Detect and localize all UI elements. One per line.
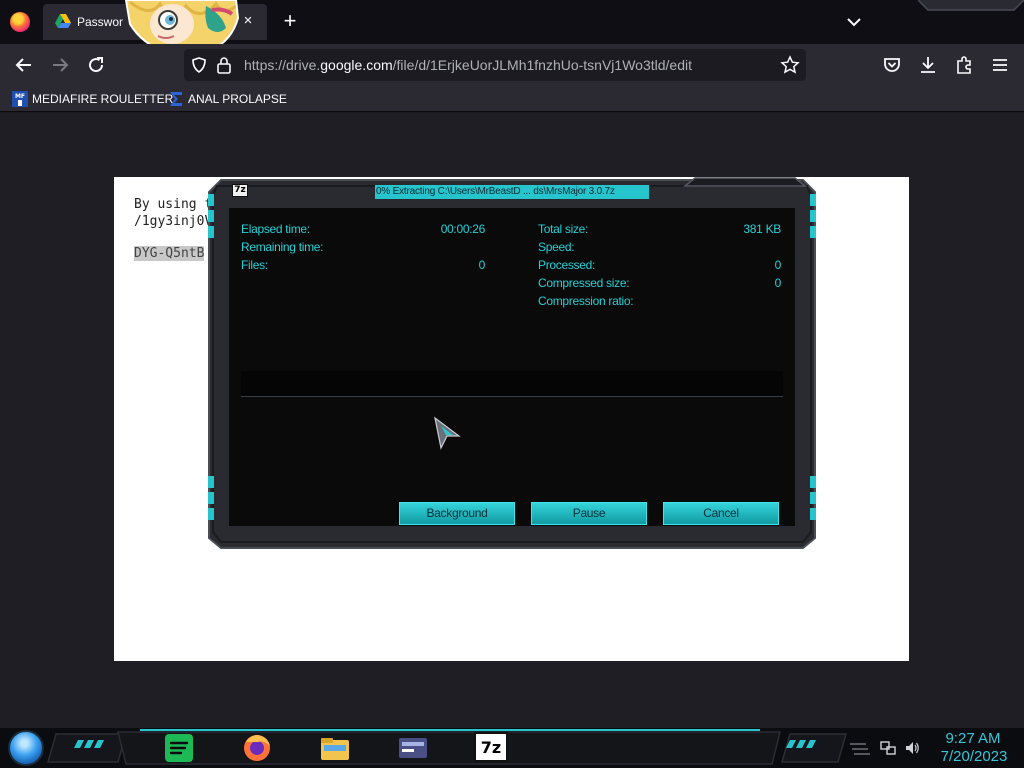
sigma-icon [170,92,182,106]
chevron-down-icon[interactable] [844,12,864,32]
control-panel-icon[interactable] [396,732,430,764]
clock-date[interactable]: 7/20/2023 [928,748,1020,765]
address-bar[interactable]: https://drive.google.com/file/d/1ErjkeUo… [184,49,806,81]
total-size-label: Total size: [538,222,589,236]
speed-label: Speed: [538,240,575,254]
title-bar-decoration [918,0,1024,11]
background-button[interactable]: Background [399,502,515,525]
back-arrow-icon[interactable] [12,53,36,77]
svg-text:MF: MF [15,93,25,100]
total-size-value: 381 KB [743,222,781,236]
bookmarks-toolbar: MF MEDIAFIRE ROULETTER ANAL PROLAPSE [0,86,1024,112]
taskbar-frame [47,729,870,765]
reload-icon[interactable] [84,53,108,77]
cancel-button[interactable]: Cancel [663,502,779,525]
7zip-icon: 7z [232,184,248,197]
volume-icon[interactable] [904,740,920,756]
bookmark-label: MEDIAFIRE ROULETTER [32,92,174,106]
start-button[interactable] [8,730,44,766]
processed-label: Processed: [538,258,596,272]
firefox-icon[interactable] [10,12,30,32]
compressed-size-value: 0 [774,276,782,290]
mediafire-icon: MF [12,91,28,107]
shield-icon[interactable] [190,56,208,74]
7zip-icon[interactable]: 7z [474,732,508,762]
elapsed-time-label: Elapsed time: [241,222,310,236]
tab-title: Passwor [77,15,124,29]
mouse-cursor-icon [434,416,461,450]
browser-tab-strip: Passwor × + [0,0,1024,56]
new-tab-button[interactable]: + [278,9,302,35]
hamburger-menu-icon[interactable] [988,53,1012,77]
compressed-size-label: Compressed size: [538,276,630,290]
bookmark-label: ANAL PROLAPSE [188,92,287,106]
lock-icon[interactable] [216,56,232,74]
desktop-screen: Passwor × + https://drive.google.com/fil… [0,0,1024,768]
elapsed-time-value: 00:00:26 [440,222,486,236]
7zip-extract-dialog: 7z 0% Extracting C:\Users\MrBeastD ... d… [207,176,817,550]
firefox-icon[interactable] [240,732,274,764]
url-text[interactable]: https://drive.google.com/file/d/1ErjkeUo… [244,57,692,73]
download-icon[interactable] [916,53,940,77]
files-value: 0 [478,258,486,272]
processed-value: 0 [774,258,782,272]
forward-arrow-icon[interactable] [48,53,72,77]
document-text-line[interactable]: DYG-Q5ntB [134,246,205,261]
extraction-progress-bar [241,371,783,397]
pause-button[interactable]: Pause [531,502,647,525]
file-explorer-icon[interactable] [318,732,352,764]
dialog-body: Elapsed time: 00:00:26 Remaining time: F… [229,208,795,526]
compression-ratio-label: Compression ratio: [538,294,634,308]
bookmark-star-icon[interactable] [780,55,800,75]
bookmark-anal-prolapse[interactable]: ANAL PROLAPSE [168,90,287,108]
browser-toolbar: https://drive.google.com/file/d/1ErjkeUo… [0,44,1024,86]
bookmark-mediafire-rouletter[interactable]: MF MEDIAFIRE ROULETTER [12,90,173,108]
spotify-icon[interactable] [162,732,196,764]
clock-time[interactable]: 9:27 AM [938,730,1008,747]
extensions-icon[interactable] [952,53,976,77]
remaining-time-label: Remaining time: [241,240,324,254]
document-text-line: /1gy3inj0V [134,214,213,229]
google-drive-icon [55,14,71,28]
network-icon[interactable] [880,740,896,756]
files-label: Files: [241,258,268,272]
taskbar: 7z 9:27 AM 7/20/2023 [0,728,1024,768]
highlighted-password-text: DYG-Q5ntB [134,246,205,261]
dialog-title: 0% Extracting C:\Users\MrBeastD ... ds\M… [375,185,649,199]
document-text-line: By using t [134,197,213,212]
pocket-icon[interactable] [880,53,904,77]
